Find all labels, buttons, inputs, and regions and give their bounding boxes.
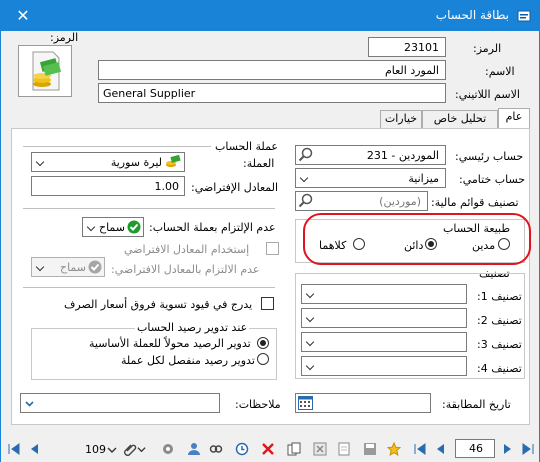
tab-general[interactable]: عام bbox=[498, 108, 530, 129]
class-4-label: تصنيف 4: bbox=[477, 362, 522, 375]
last-page-icon[interactable] bbox=[521, 442, 535, 456]
chevron-down-icon[interactable] bbox=[302, 285, 320, 303]
final-account-label: حساب ختامي: bbox=[459, 173, 526, 186]
previous-page-icon[interactable] bbox=[433, 442, 447, 456]
next-page-icon[interactable] bbox=[501, 442, 515, 456]
class-4-select[interactable] bbox=[301, 356, 467, 376]
currency-section-line bbox=[23, 146, 211, 147]
rounding-option-1-label: تدوير الرصيد محولاً للعملة الأساسية bbox=[89, 337, 251, 350]
non-commit-default-label: عدم الالتزام بالمعادل الافتراضي: bbox=[111, 263, 260, 276]
account-image[interactable] bbox=[18, 45, 72, 97]
save-icon[interactable] bbox=[363, 442, 377, 456]
account-card-window: ✕ بطاقة الحساب الرمز: الرمز: 23101 الاسم… bbox=[0, 0, 540, 462]
match-date-input[interactable] bbox=[295, 393, 431, 413]
new-record-icon[interactable] bbox=[337, 442, 351, 456]
money-icon bbox=[32, 51, 62, 91]
chevron-down-icon[interactable] bbox=[83, 218, 101, 236]
close-button[interactable]: ✕ bbox=[1, 1, 45, 31]
use-default-rate-label: إستخدام المعادل الافتراضي bbox=[124, 243, 250, 256]
delete-icon[interactable] bbox=[261, 442, 275, 456]
final-account-select[interactable]: ميزانية bbox=[295, 168, 446, 188]
chevron-down-icon[interactable] bbox=[302, 309, 320, 327]
class-2-label: تصنيف 2: bbox=[477, 314, 522, 327]
non-commit-default-select[interactable]: سماح bbox=[31, 257, 105, 277]
latin-name-label: الاسم اللاتيني: bbox=[455, 88, 520, 101]
user-icon[interactable] bbox=[187, 442, 201, 456]
tab-special-analysis[interactable]: تحليل خاص bbox=[422, 110, 498, 128]
count-dropdown-icon[interactable] bbox=[107, 445, 117, 455]
code-label: الرمز: bbox=[473, 42, 502, 55]
non-commit-select[interactable]: سماح bbox=[82, 217, 144, 237]
rounding-option-2-radio[interactable] bbox=[257, 353, 269, 365]
search-icon[interactable] bbox=[297, 192, 315, 210]
chevron-down-icon[interactable] bbox=[302, 357, 320, 375]
chevron-down-icon[interactable] bbox=[25, 401, 34, 407]
window-title: بطاقة الحساب bbox=[435, 8, 509, 22]
rounding-option-2-label: تدوير رصيد منفصل لكل عملة bbox=[121, 354, 255, 367]
diff-checkbox[interactable] bbox=[261, 297, 274, 310]
name-input[interactable]: المورد العام bbox=[98, 60, 446, 80]
nature-debit-radio[interactable] bbox=[498, 238, 510, 250]
chevron-down-icon[interactable] bbox=[32, 153, 50, 171]
latin-name-input[interactable]: General Supplier bbox=[98, 83, 446, 103]
attachment-dropdown-icon[interactable] bbox=[137, 445, 146, 454]
tab-options[interactable]: خيارات bbox=[380, 110, 422, 128]
check-icon bbox=[127, 220, 141, 234]
main-account-label: حساب رئيسي: bbox=[455, 150, 524, 163]
app-icon bbox=[517, 10, 531, 22]
nature-credit-radio[interactable] bbox=[425, 238, 437, 250]
non-commit-label: عدم الإلتزام بعملة الحساب: bbox=[149, 221, 276, 234]
first-page-icon[interactable] bbox=[413, 442, 427, 456]
notes-select[interactable] bbox=[20, 393, 220, 413]
search-icon[interactable] bbox=[297, 146, 315, 164]
page-number-input[interactable]: 46 bbox=[455, 439, 495, 458]
notes-label: ملاحظات: bbox=[235, 398, 281, 411]
class-1-label: تصنيف 1: bbox=[477, 290, 522, 303]
currency-label: العملة: bbox=[243, 157, 275, 170]
use-default-rate-checkbox[interactable] bbox=[266, 242, 279, 255]
chevron-down-icon[interactable] bbox=[32, 258, 50, 276]
check-icon bbox=[88, 260, 102, 274]
nature-debit-label: مدين bbox=[472, 239, 496, 252]
first-record-icon[interactable] bbox=[7, 442, 21, 456]
previous-record-icon[interactable] bbox=[27, 442, 41, 456]
bottom-toolbar: 109 46 bbox=[1, 435, 539, 462]
nature-both-label: كلاهما bbox=[319, 239, 347, 252]
class-1-select[interactable] bbox=[301, 284, 467, 304]
class-3-label: تصنيف 3: bbox=[477, 338, 522, 351]
record-count: 109 bbox=[85, 443, 106, 456]
main-account-input[interactable]: 231 - الموردين bbox=[295, 145, 446, 165]
chevron-down-icon[interactable] bbox=[302, 333, 320, 351]
code-input[interactable]: 23101 bbox=[368, 37, 446, 57]
default-rate-label: المعادل الإفتراضي: bbox=[191, 181, 279, 194]
title-bar: ✕ بطاقة الحساب bbox=[1, 1, 539, 31]
favorite-star-icon[interactable] bbox=[387, 442, 401, 456]
calendar-icon[interactable] bbox=[298, 396, 313, 410]
link-icon[interactable] bbox=[209, 442, 223, 456]
history-icon[interactable] bbox=[235, 442, 249, 456]
fin-class-input[interactable]: (موردين) bbox=[295, 191, 428, 211]
divider bbox=[23, 287, 275, 288]
class-2-select[interactable] bbox=[301, 308, 467, 328]
nature-credit-label: دائن bbox=[404, 239, 424, 252]
currency-select[interactable]: ليرة سورية bbox=[31, 152, 185, 172]
fin-class-label: تصنيف قوائم مالية: bbox=[431, 196, 519, 209]
currency-icon bbox=[166, 155, 181, 167]
default-rate-input[interactable]: 1.00 bbox=[31, 176, 185, 196]
match-date-label: تاريخ المطابقة: bbox=[442, 398, 511, 411]
divider bbox=[23, 208, 275, 209]
chevron-down-icon[interactable] bbox=[296, 169, 314, 187]
settings-icon[interactable] bbox=[161, 442, 175, 456]
name-label: الاسم: bbox=[485, 65, 515, 78]
attachment-icon[interactable] bbox=[123, 442, 137, 456]
nature-both-radio[interactable] bbox=[353, 238, 365, 250]
copy-icon[interactable] bbox=[287, 442, 301, 456]
currency-section-title: عملة الحساب bbox=[215, 140, 278, 153]
cancel-icon[interactable] bbox=[313, 442, 327, 456]
image-label: الرمز: bbox=[50, 31, 79, 44]
rounding-title: عند تدوير رصيد الحساب bbox=[135, 321, 250, 334]
diff-check-label: يدرج في قيود تسوية فروق أسعار الصرف bbox=[64, 298, 253, 311]
class-3-select[interactable] bbox=[301, 332, 467, 352]
rounding-option-1-radio[interactable] bbox=[257, 337, 269, 349]
